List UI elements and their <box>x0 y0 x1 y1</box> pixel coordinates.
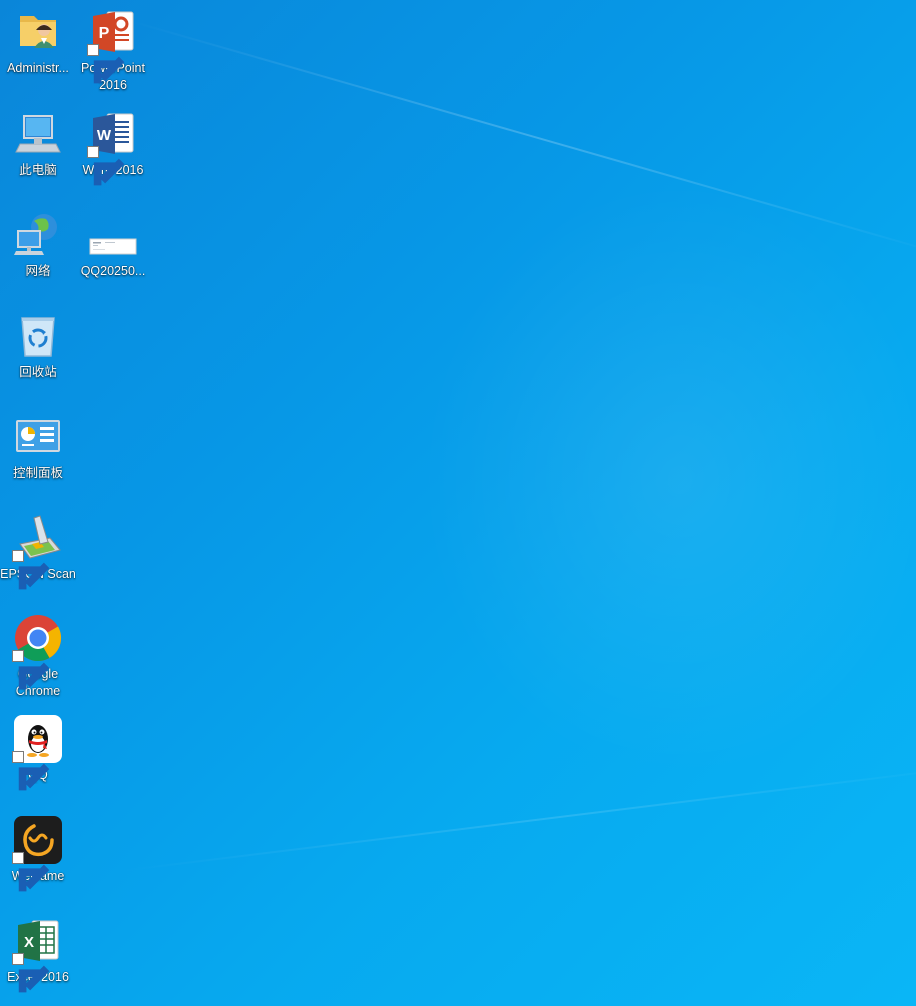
svg-text:P: P <box>99 25 110 42</box>
control-panel-icon <box>14 413 62 461</box>
image-file-icon <box>89 211 137 259</box>
desktop-icon-qq-screenshot[interactable]: QQ20250... <box>75 211 151 280</box>
svg-text:W: W <box>97 127 112 144</box>
wallpaper-glow <box>420 180 916 780</box>
desktop-icon-epson-scan[interactable]: EPSON Scan <box>0 514 76 590</box>
shortcut-arrow-icon <box>87 146 125 186</box>
icon-label: 此电脑 <box>19 163 57 177</box>
desktop-icon-qq[interactable]: QQ <box>0 715 76 791</box>
computer-icon <box>14 110 62 158</box>
shortcut-arrow-icon <box>12 852 50 892</box>
shortcut-arrow-icon <box>12 953 50 993</box>
desktop-icon-control-panel[interactable]: 控制面板 <box>0 413 76 482</box>
desktop[interactable]: Administr... P PowerPoint 2016 此电脑 W Wor… <box>0 0 916 1006</box>
desktop-icon-this-pc[interactable]: 此电脑 <box>0 110 76 179</box>
desktop-icon-wegame[interactable]: WeGame <box>0 816 76 892</box>
powerpoint-icon: P <box>87 8 137 84</box>
recycle-bin-icon <box>14 312 62 360</box>
scanner-icon <box>12 514 62 590</box>
desktop-icon-powerpoint[interactable]: P PowerPoint 2016 <box>75 8 151 94</box>
wegame-icon <box>12 816 62 892</box>
chrome-icon <box>12 614 62 690</box>
icon-label: 回收站 <box>19 365 57 379</box>
user-folder-icon <box>14 8 62 56</box>
desktop-icon-network[interactable]: 网络 <box>0 211 76 280</box>
shortcut-arrow-icon <box>87 44 125 84</box>
desktop-icon-word[interactable]: W Word 2016 <box>75 110 151 186</box>
shortcut-arrow-icon <box>12 650 50 690</box>
desktop-icon-excel[interactable]: X Excel 2016 <box>0 917 76 993</box>
icon-label: 网络 <box>25 264 51 278</box>
shortcut-arrow-icon <box>12 550 50 590</box>
icon-label: 控制面板 <box>12 466 63 480</box>
network-icon <box>14 211 62 259</box>
desktop-icon-administrator[interactable]: Administr... <box>0 8 76 77</box>
desktop-icon-google-chrome[interactable]: Google Chrome <box>0 614 76 700</box>
excel-icon: X <box>12 917 62 993</box>
desktop-icon-recycle-bin[interactable]: 回收站 <box>0 312 76 381</box>
word-icon: W <box>87 110 137 186</box>
icon-label: Administr... <box>7 61 69 75</box>
svg-text:X: X <box>24 934 34 951</box>
shortcut-arrow-icon <box>12 751 50 791</box>
icon-label: QQ20250... <box>80 264 146 278</box>
qq-penguin-icon <box>12 715 62 791</box>
